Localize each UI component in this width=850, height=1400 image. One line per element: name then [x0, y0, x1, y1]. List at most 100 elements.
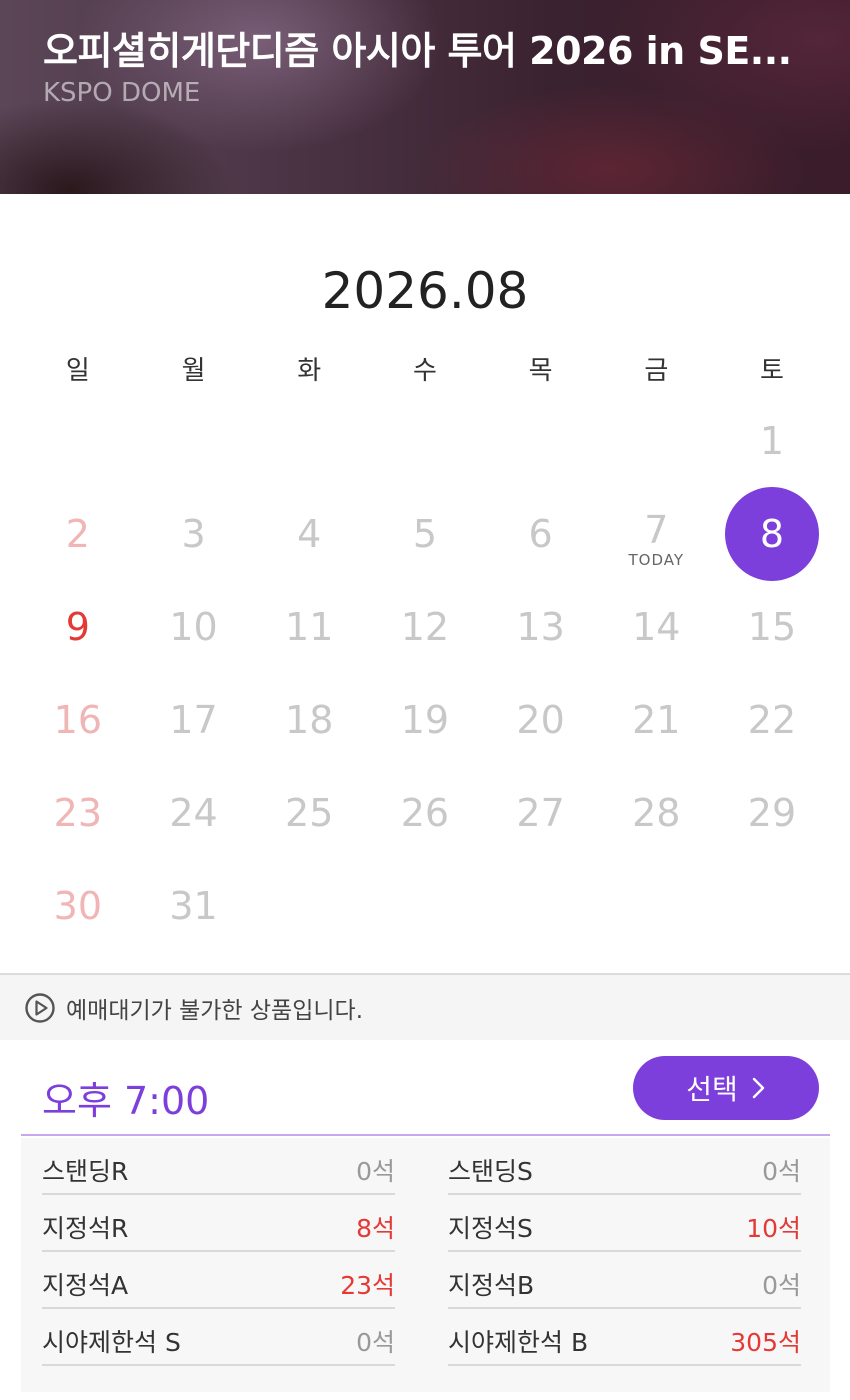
weekday-label: 금 — [644, 356, 669, 386]
seat-grade-item: 지정석B 0석 — [448, 1252, 801, 1309]
calendar-day-15: 15 — [714, 580, 830, 673]
calendar-day-number: 7 — [644, 507, 669, 552]
calendar-day-31: 31 — [136, 859, 252, 952]
calendar-day-number: 22 — [747, 697, 797, 742]
seat-count: 0석 — [356, 1156, 395, 1186]
weekday-label: 토 — [760, 356, 784, 386]
seat-count: 23석 — [340, 1270, 395, 1300]
calendar-day-number: 24 — [169, 790, 218, 835]
calendar-day-10: 10 — [136, 580, 252, 673]
calendar-day-3: 3 — [136, 487, 252, 580]
weekday-label: 화 — [297, 356, 322, 386]
calendar-day-number: 26 — [400, 790, 450, 835]
calendar-week: 30 31 — [20, 859, 830, 952]
calendar-grid: 1 2 3 4 5 6 7 TODAY 8 9 10 11 12 13 14 15 16 17 18 19 20 21 22… — [20, 394, 830, 952]
seat-grade-name: 지정석S — [448, 1213, 533, 1243]
seat-count: 305석 — [730, 1327, 801, 1357]
calendar-day-number: 20 — [516, 697, 565, 742]
calendar-day-7: 7 TODAY — [598, 487, 714, 580]
calendar-empty-cell — [714, 859, 830, 952]
calendar-day-number: 4 — [297, 511, 322, 556]
month-label: 2026.08 — [321, 262, 529, 320]
chevron-right-icon — [752, 1077, 764, 1099]
calendar-day-22: 22 — [714, 673, 830, 766]
weekday-label: 월 — [181, 356, 206, 386]
seat-grade-item: 지정석R 8석 — [42, 1195, 395, 1252]
calendar-day-number: 19 — [400, 697, 450, 742]
calendar-day-23: 23 — [20, 766, 136, 859]
calendar-day-number: 17 — [169, 697, 218, 742]
calendar-day-26: 26 — [367, 766, 483, 859]
calendar-day-27: 27 — [483, 766, 599, 859]
weekday-label: 수 — [412, 356, 437, 386]
select-button[interactable]: 선택 — [633, 1056, 819, 1120]
calendar-day-4: 4 — [251, 487, 367, 580]
notice-text: 예매대기가 불가한 상품입니다. — [66, 997, 364, 1024]
calendar-day-number: 25 — [285, 790, 334, 835]
calendar-day-2: 2 — [20, 487, 136, 580]
calendar-day-number: 9 — [65, 604, 90, 649]
seat-count: 0석 — [356, 1327, 395, 1357]
calendar-day-18: 18 — [251, 673, 367, 766]
calendar-day-number: 16 — [53, 697, 103, 742]
weekday-label: 일 — [65, 356, 90, 386]
calendar-day-number: 8 — [759, 511, 785, 556]
seat-grade-name: 지정석A — [42, 1270, 129, 1300]
calendar-day-number: 13 — [516, 604, 565, 649]
calendar-day-number: 1 — [759, 418, 785, 463]
calendar-day-number: 27 — [516, 790, 565, 835]
calendar-day-13: 13 — [483, 580, 599, 673]
calendar-day-24: 24 — [136, 766, 252, 859]
calendar-day-number: 11 — [285, 604, 334, 649]
seat-grade-item: 시야제한석 S 0석 — [42, 1309, 395, 1366]
seat-grade-name: 스탠딩R — [42, 1156, 129, 1186]
calendar-day-number: 10 — [169, 604, 218, 649]
weekday-header: 일 월 화 수 목 금 토 — [20, 350, 830, 387]
calendar-day-29: 29 — [714, 766, 830, 859]
select-button-label: 선택 — [686, 1073, 738, 1106]
calendar-day-14: 14 — [598, 580, 714, 673]
calendar-empty-cell — [598, 394, 714, 487]
calendar-empty-cell — [367, 859, 483, 952]
seat-count: 8석 — [356, 1213, 395, 1243]
today-label: TODAY — [628, 551, 685, 569]
calendar-day-30: 30 — [20, 859, 136, 952]
calendar-empty-cell — [598, 859, 714, 952]
calendar-day-number: 6 — [528, 511, 553, 556]
seat-grade-name: 시야제한석 B — [448, 1327, 589, 1357]
seat-grade-name: 시야제한석 S — [42, 1327, 181, 1357]
calendar-empty-cell — [483, 859, 599, 952]
calendar-day-number: 30 — [53, 883, 103, 928]
showtime-label: 오후 7:00 — [42, 1079, 210, 1123]
calendar-day-number: 23 — [53, 790, 103, 835]
seat-grade-item: 지정석S 10석 — [448, 1195, 801, 1252]
seat-availability-list: 스탠딩R 0석 스탠딩S 0석 지정석R 8석 지정석S 10석 지정석A 23석 지정석B 0석 시야… — [21, 1138, 830, 1392]
calendar-day-number: 15 — [747, 604, 797, 649]
calendar-empty-cell — [483, 394, 599, 487]
calendar-day-number: 12 — [400, 604, 450, 649]
calendar-day-20: 20 — [483, 673, 599, 766]
calendar-day-25: 25 — [251, 766, 367, 859]
calendar-empty-cell — [251, 859, 367, 952]
seat-count: 10석 — [746, 1213, 801, 1243]
calendar-day-8[interactable]: 8 — [714, 486, 830, 581]
calendar-week: 23 24 25 26 27 28 29 — [20, 766, 830, 859]
seat-grade-item: 시야제한석 B 305석 — [448, 1309, 801, 1366]
calendar-day-number: 21 — [632, 697, 681, 742]
calendar-week: 2 3 4 5 6 7 TODAY 8 — [20, 486, 830, 581]
calendar-empty-cell — [251, 394, 367, 487]
seat-grade-item: 스탠딩R 0석 — [42, 1138, 395, 1195]
calendar-day-12: 12 — [367, 580, 483, 673]
seat-grade-name: 지정석B — [448, 1270, 535, 1300]
calendar-day-19: 19 — [367, 673, 483, 766]
calendar-day-number: 18 — [285, 697, 334, 742]
calendar-empty-cell — [20, 394, 136, 487]
seat-count: 0석 — [762, 1270, 801, 1300]
calendar-day-6: 6 — [483, 487, 599, 580]
calendar-day-9[interactable]: 9 — [20, 580, 136, 673]
showtime-row: 오후 7:00 선택 — [21, 1040, 830, 1136]
calendar-day-28: 28 — [598, 766, 714, 859]
calendar-week: 9 10 11 12 13 14 15 — [20, 580, 830, 673]
seat-grade-item: 스탠딩S 0석 — [448, 1138, 801, 1195]
seat-grade-name: 지정석R — [42, 1213, 129, 1243]
